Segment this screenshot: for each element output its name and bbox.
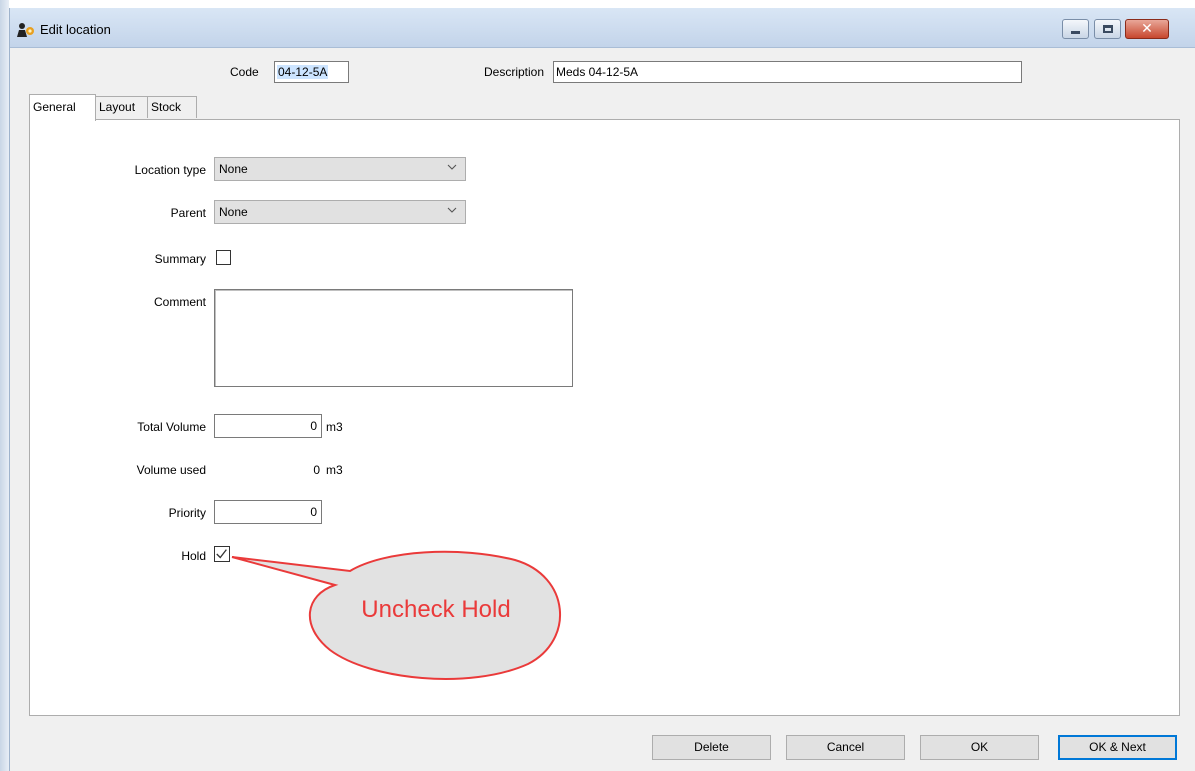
summary-label: Summary bbox=[154, 252, 206, 266]
cancel-button[interactable]: Cancel bbox=[786, 735, 905, 760]
volume-used-label: Volume used bbox=[136, 463, 206, 477]
tab-stock[interactable]: Stock bbox=[147, 96, 197, 118]
location-type-label: Location type bbox=[134, 163, 206, 177]
total-volume-input[interactable]: 0 bbox=[214, 414, 322, 438]
volume-used-value: 0 bbox=[313, 463, 320, 477]
location-type-select[interactable]: None bbox=[214, 157, 466, 181]
comment-label: Comment bbox=[153, 295, 206, 309]
description-field[interactable]: Meds 04-12-5A bbox=[553, 61, 1022, 83]
ok-next-button[interactable]: OK & Next bbox=[1058, 735, 1177, 760]
window-title: Edit location bbox=[40, 22, 111, 37]
maximize-button[interactable] bbox=[1094, 19, 1121, 39]
hold-checkbox[interactable] bbox=[214, 546, 230, 562]
minimize-button[interactable] bbox=[1062, 19, 1089, 39]
ok-button[interactable]: OK bbox=[920, 735, 1039, 760]
parent-label: Parent bbox=[170, 206, 206, 220]
parent-value: None bbox=[219, 205, 248, 219]
comment-textarea[interactable] bbox=[214, 289, 573, 387]
location-type-value: None bbox=[219, 162, 248, 176]
delete-button[interactable]: Delete bbox=[652, 735, 771, 760]
hold-label: Hold bbox=[181, 549, 206, 563]
priority-label: Priority bbox=[168, 506, 206, 520]
tab-general[interactable]: General bbox=[29, 94, 96, 121]
summary-checkbox[interactable] bbox=[216, 250, 231, 265]
code-label: Code bbox=[230, 65, 259, 79]
code-value: 04-12-5A bbox=[277, 65, 329, 79]
close-button[interactable]: ✕ bbox=[1125, 19, 1169, 39]
app-icon bbox=[17, 23, 34, 37]
code-field[interactable]: 04-12-5A bbox=[274, 61, 349, 83]
minimize-icon bbox=[1071, 30, 1080, 34]
checkmark-icon bbox=[216, 549, 227, 559]
parent-select[interactable]: None bbox=[214, 200, 466, 224]
callout-text: Uncheck Hold bbox=[361, 596, 511, 623]
volume-used-unit: m3 bbox=[326, 463, 343, 477]
priority-input[interactable]: 0 bbox=[214, 500, 322, 524]
chevron-down-icon bbox=[447, 207, 457, 213]
total-volume-label: Total Volume bbox=[137, 420, 206, 434]
close-icon: ✕ bbox=[1141, 21, 1153, 37]
description-label: Description bbox=[484, 65, 545, 79]
desktop-edge bbox=[0, 0, 9, 771]
total-volume-unit: m3 bbox=[326, 420, 343, 434]
maximize-icon bbox=[1102, 25, 1113, 33]
title-bar[interactable]: Edit location ✕ bbox=[10, 8, 1195, 48]
chevron-down-icon bbox=[447, 164, 457, 170]
tab-layout[interactable]: Layout bbox=[95, 96, 148, 118]
